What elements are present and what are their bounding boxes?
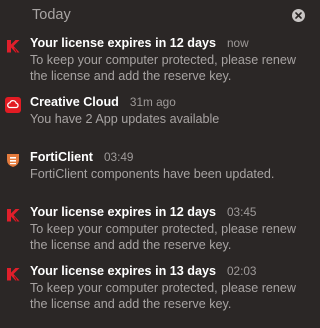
notification-title: Your license expires in 12 days now <box>30 36 249 51</box>
forticlient-icon <box>5 152 21 168</box>
notification-item[interactable]: Your license expires in 12 days now To ke… <box>0 32 315 91</box>
notification-item[interactable]: Creative Cloud 31m ago You have 2 App upd… <box>0 91 315 146</box>
notification-body: FortiClient components have been updated… <box>30 167 275 181</box>
notification-item[interactable]: FortiClient 03:49 FortiClient components … <box>0 146 315 201</box>
notification-item[interactable]: Your license expires in 13 days 02:03 To … <box>0 260 315 319</box>
notification-title: FortiClient 03:49 <box>30 150 134 165</box>
notification-app-name: Creative Cloud <box>30 95 119 109</box>
notification-title: Creative Cloud 31m ago <box>30 95 176 110</box>
notification-app-name: Your license expires in 13 days <box>30 264 216 278</box>
notification-time: 02:03 <box>226 264 257 278</box>
section-title: Today <box>32 7 71 23</box>
notification-body: You have 2 App updates available <box>30 112 220 126</box>
notification-body: To keep your computer protected, please … <box>30 53 297 83</box>
notification-body: To keep your computer protected, please … <box>30 222 297 252</box>
notification-title: Your license expires in 12 days 03:45 <box>30 205 257 220</box>
notification-list: Your license expires in 12 days now To ke… <box>0 32 315 319</box>
notification-title: Your license expires in 13 days 02:03 <box>30 264 257 279</box>
notification-body: To keep your computer protected, please … <box>30 281 297 311</box>
close-circle-icon[interactable] <box>292 9 305 22</box>
notification-item[interactable]: Your license expires in 12 days 03:45 To … <box>0 201 315 260</box>
notification-app-name: FortiClient <box>30 150 93 164</box>
notification-time: 03:49 <box>103 150 134 164</box>
notification-time: 31m ago <box>129 95 176 109</box>
notification-time: 03:45 <box>226 205 257 219</box>
kaspersky-icon <box>5 207 21 223</box>
kaspersky-icon <box>5 38 21 54</box>
notification-app-name: Your license expires in 12 days <box>30 205 216 219</box>
notification-app-name: Your license expires in 12 days <box>30 36 216 50</box>
notification-header: Today <box>0 0 315 32</box>
kaspersky-icon <box>5 266 21 282</box>
notification-time: now <box>226 36 249 50</box>
creative-cloud-icon <box>5 97 21 113</box>
